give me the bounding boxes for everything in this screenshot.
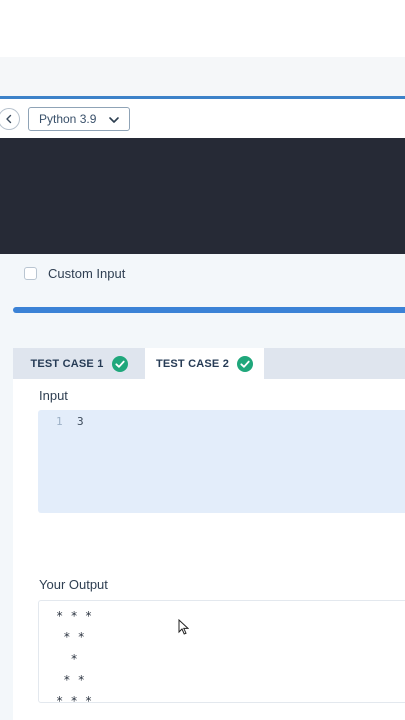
output-line: * *: [56, 673, 85, 687]
output-line: * * *: [56, 609, 93, 623]
input-box: [38, 410, 405, 513]
language-select[interactable]: Python 3.9: [28, 107, 130, 131]
tab-test-case-1-label: TEST CASE 1: [30, 357, 104, 370]
tab-test-case-2[interactable]: TEST CASE 2: [145, 348, 264, 379]
input-value: 3: [77, 415, 84, 428]
custom-input-label: Custom Input: [48, 266, 126, 281]
output-box: * * * * * * * * * * *: [38, 600, 405, 703]
progress-bar: [13, 307, 405, 313]
tab-test-case-2-label: TEST CASE 2: [155, 357, 230, 370]
language-select-value: Python 3.9: [39, 112, 97, 126]
tab-test-case-1[interactable]: TEST CASE 1: [13, 348, 145, 379]
check-circle-icon: [237, 355, 254, 372]
output-label: Your Output: [39, 577, 108, 592]
output-line: *: [56, 652, 78, 666]
custom-input-option[interactable]: Custom Input: [24, 266, 125, 281]
chevron-left-icon: [6, 114, 12, 124]
mouse-cursor-icon: [178, 619, 189, 635]
top-bar: [0, 0, 405, 58]
line-number: 1: [56, 415, 63, 428]
input-label: Input: [39, 388, 68, 403]
code-editor[interactable]: [0, 138, 405, 254]
check-circle-icon: [111, 355, 128, 372]
output-line: * *: [56, 630, 85, 644]
chevron-down-icon: [109, 117, 119, 123]
custom-input-checkbox[interactable]: [24, 267, 37, 280]
output-line: * * *: [56, 694, 93, 703]
header-spacer: [0, 57, 405, 97]
